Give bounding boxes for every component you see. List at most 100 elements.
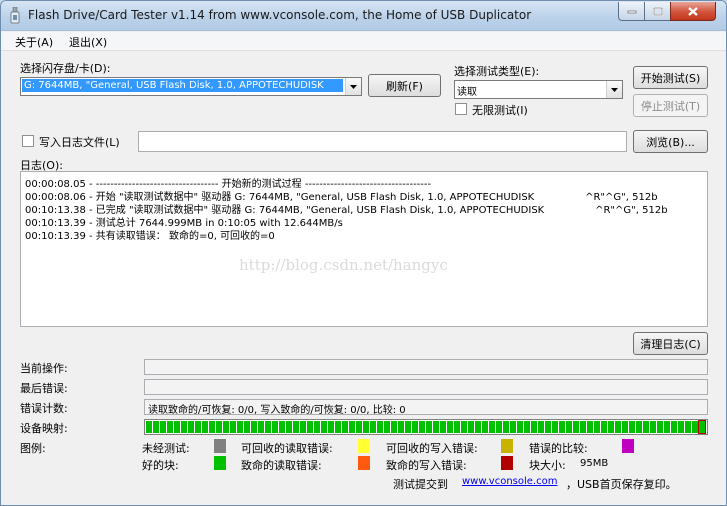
usb-drive-icon xyxy=(10,7,20,24)
device-map-label: 设备映射: xyxy=(20,422,68,435)
write-log-label: 写入日志文件(L) xyxy=(39,136,120,149)
device-map-block xyxy=(202,421,208,433)
clear-log-button[interactable]: 清理日志(C) xyxy=(633,332,708,355)
test-type-select[interactable]: 读取 xyxy=(454,80,623,99)
device-map-block xyxy=(195,421,201,433)
dropdown-arrow[interactable] xyxy=(606,81,622,98)
log-line: 00:10:13.39 - 共有读取错误： 致命的=0, 可回收的=0 xyxy=(25,231,275,242)
device-map-block xyxy=(601,421,607,433)
device-map-block xyxy=(314,421,320,433)
device-map-block xyxy=(300,421,306,433)
legend-recoverable-read-swatch xyxy=(358,439,370,453)
device-map-block xyxy=(671,421,677,433)
disk-select-value: G: 7644MB, "General, USB Flash Disk, 1.0… xyxy=(22,79,343,92)
last-error-field xyxy=(144,379,708,395)
device-map-block xyxy=(237,421,243,433)
legend-untested-label: 未经测试: xyxy=(142,442,190,455)
test-type-label: 选择测试类型(E): xyxy=(454,65,540,78)
device-map-block xyxy=(615,421,621,433)
device-map-block xyxy=(321,421,327,433)
browse-button[interactable]: 浏览(B)... xyxy=(633,130,708,153)
error-count-label: 错误计数: xyxy=(20,402,68,415)
footer-suffix: ，USB首页保存复印。 xyxy=(566,478,677,491)
device-map-block xyxy=(678,421,684,433)
current-op-label: 当前操作: xyxy=(20,362,68,375)
device-map-block xyxy=(188,421,194,433)
title-bar[interactable]: Flash Drive/Card Tester v1.14 from www.v… xyxy=(1,1,726,31)
device-map xyxy=(144,419,708,435)
device-map-block xyxy=(293,421,299,433)
device-map-block xyxy=(349,421,355,433)
device-map-block xyxy=(496,421,502,433)
device-map-block xyxy=(482,421,488,433)
legend-untested-swatch xyxy=(214,439,226,453)
menu-about[interactable]: 关于(A) xyxy=(15,34,53,50)
last-error-label: 最后错误: xyxy=(20,382,68,395)
legend-recoverable-read-label: 可回收的读取错误: xyxy=(241,442,333,455)
device-map-block xyxy=(650,421,656,433)
menu-exit[interactable]: 退出(X) xyxy=(69,34,107,50)
start-test-button[interactable]: 开始测试(S) xyxy=(633,66,708,89)
legend-fatal-write-swatch xyxy=(501,456,513,470)
legend-good-block-label: 好的块: xyxy=(142,459,179,472)
device-map-block xyxy=(685,421,691,433)
minimize-button[interactable] xyxy=(618,2,645,21)
footer-prefix: 测试提交到 xyxy=(393,478,448,491)
device-map-block xyxy=(698,420,706,434)
close-button[interactable] xyxy=(670,2,716,21)
device-map-block xyxy=(412,421,418,433)
device-map-block xyxy=(559,421,565,433)
device-map-block xyxy=(342,421,348,433)
write-log-checkbox[interactable] xyxy=(22,135,34,147)
infinite-test-label: 无限测试(I) xyxy=(472,104,528,117)
device-map-block xyxy=(377,421,383,433)
device-map-block xyxy=(545,421,551,433)
window-title: Flash Drive/Card Tester v1.14 from www.v… xyxy=(28,8,532,22)
device-map-block xyxy=(440,421,446,433)
device-map-block xyxy=(692,421,698,433)
device-map-block xyxy=(363,421,369,433)
device-map-block xyxy=(398,421,404,433)
device-map-block xyxy=(160,421,166,433)
device-map-block xyxy=(419,421,425,433)
device-map-block xyxy=(608,421,614,433)
legend-fatal-write-label: 致命的写入错误: xyxy=(386,459,467,472)
dropdown-arrow[interactable] xyxy=(345,78,361,95)
log-file-path-input[interactable] xyxy=(138,131,627,152)
test-type-value: 读取 xyxy=(457,87,477,98)
stop-test-button[interactable]: 停止测试(T) xyxy=(633,94,708,117)
log-textarea[interactable]: 00:00:08.05 - --------------------------… xyxy=(20,171,708,327)
disk-select[interactable]: G: 7644MB, "General, USB Flash Disk, 1.0… xyxy=(20,77,362,96)
device-map-block xyxy=(664,421,670,433)
app-window: Flash Drive/Card Tester v1.14 from www.v… xyxy=(0,0,727,506)
device-map-block xyxy=(153,421,159,433)
device-map-block xyxy=(594,421,600,433)
device-map-block xyxy=(251,421,257,433)
menu-bar: 关于(A) 退出(X) xyxy=(1,32,726,51)
vconsole-link[interactable]: www.vconsole.com xyxy=(462,476,557,487)
device-map-block xyxy=(538,421,544,433)
device-map-block xyxy=(223,421,229,433)
block-size-label: 块大小: xyxy=(529,459,566,472)
device-map-block xyxy=(573,421,579,433)
device-map-block xyxy=(622,421,628,433)
legend-fatal-read-label: 致命的读取错误: xyxy=(241,459,322,472)
device-map-block xyxy=(265,421,271,433)
watermark: http://blog.csdn.net/hangyc xyxy=(239,256,448,274)
device-map-block xyxy=(643,421,649,433)
device-map-block xyxy=(146,421,152,433)
device-map-block xyxy=(279,421,285,433)
device-map-block xyxy=(552,421,558,433)
current-op-field xyxy=(144,359,708,375)
legend-label: 图例: xyxy=(20,442,46,455)
device-map-block xyxy=(587,421,593,433)
device-map-block xyxy=(174,421,180,433)
infinite-test-checkbox[interactable] xyxy=(455,103,467,115)
refresh-button[interactable]: 刷新(F) xyxy=(368,74,441,97)
device-map-block xyxy=(209,421,215,433)
device-map-block xyxy=(391,421,397,433)
device-map-block xyxy=(426,421,432,433)
device-map-block xyxy=(433,421,439,433)
maximize-button[interactable] xyxy=(644,2,671,21)
device-map-block xyxy=(629,421,635,433)
